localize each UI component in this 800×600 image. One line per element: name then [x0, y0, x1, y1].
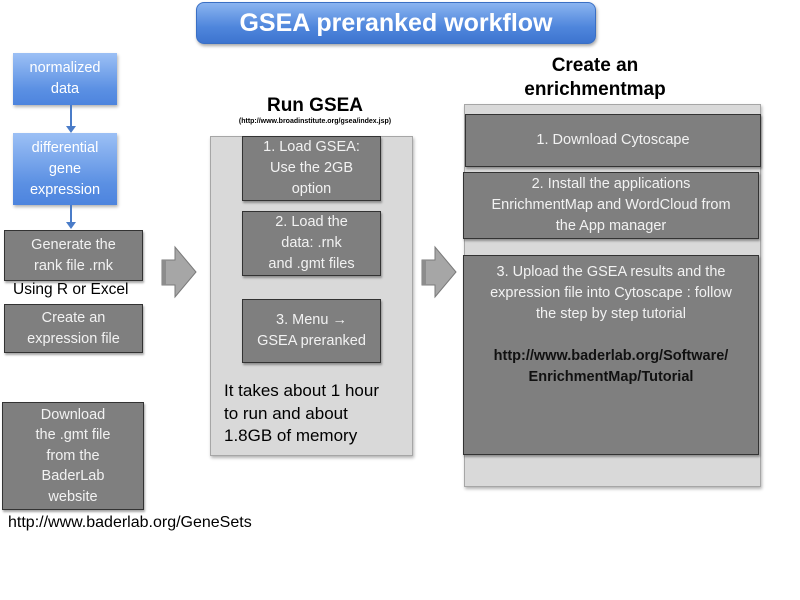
step-normalized-data: normalized data	[13, 53, 117, 105]
step-download-gmt: Download the .gmt file from the BaderLab…	[2, 402, 144, 510]
block-arrow-right-icon	[421, 245, 457, 299]
gsea-step-menu: 3. Menu → GSEA preranked	[242, 299, 381, 363]
gsea-runtime-note: It takes about 1 hour to run and about 1…	[224, 381, 379, 445]
em-step-install-apps: 2. Install the applications EnrichmentMa…	[463, 172, 759, 239]
tutorial-url[interactable]: http://www.baderlab.org/Software/ Enrich…	[464, 346, 758, 388]
step-create-expression-file: Create an expression file	[4, 304, 143, 353]
block-arrow-right-icon	[161, 245, 197, 299]
arrow-down-icon	[66, 222, 76, 229]
em-step-download-cytoscape: 1. Download Cytoscape	[465, 114, 761, 167]
step-differential-expression: differential gene expression	[13, 133, 117, 205]
enrichmentmap-heading: Create an enrichmentmap	[524, 55, 666, 100]
gsea-step-load-gsea: 1. Load GSEA: Use the 2GB option	[242, 136, 381, 201]
gsea-url[interactable]: (http://www.broadinstitute.org/gsea/inde…	[200, 118, 430, 125]
arrow-down-icon	[66, 126, 76, 133]
run-gsea-heading: Run GSEA	[266, 95, 364, 116]
em-step-upload-results: 3. Upload the GSEA results and the expre…	[463, 255, 759, 455]
workflow-title: GSEA preranked workflow	[196, 2, 596, 44]
em-step-upload-text: 3. Upload the GSEA results and the expre…	[490, 264, 732, 322]
gsea-step-load-data: 2. Load the data: .rnk and .gmt files	[242, 211, 381, 276]
genesets-url[interactable]: http://www.baderlab.org/GeneSets	[8, 514, 252, 532]
tool-note: Using R or Excel	[13, 281, 129, 298]
step-generate-rank-file: Generate the rank file .rnk	[4, 230, 143, 281]
